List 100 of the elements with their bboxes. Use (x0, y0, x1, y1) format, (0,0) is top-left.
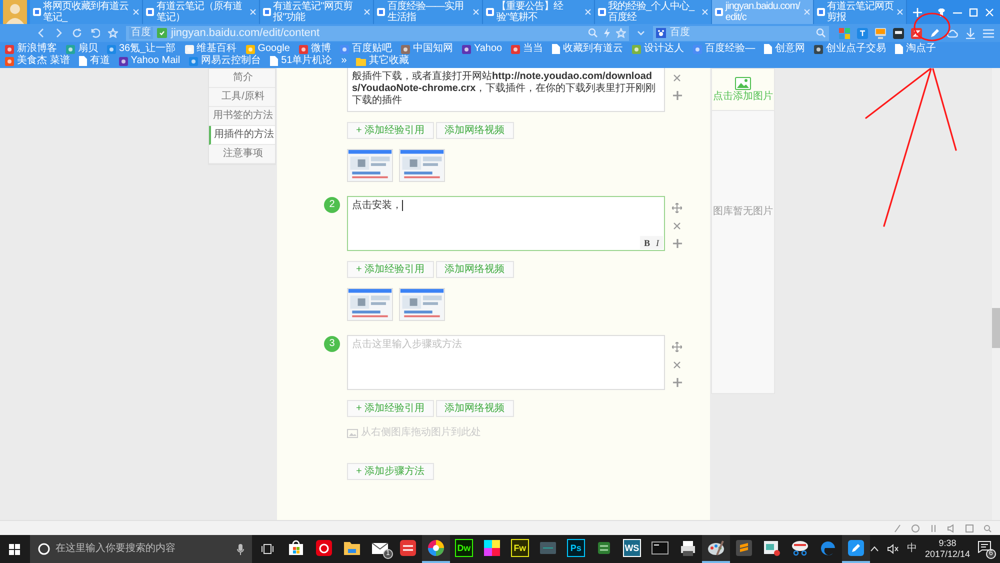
bookmark-link[interactable]: 收藏到有道云 (552, 43, 624, 55)
bookmark-link[interactable]: 36氪_让一部 (107, 43, 176, 55)
step-editor[interactable]: 般插件下载，或者直接打开网站http://note.youdao.com/downloads/YoudaoNote-chrome.crx，下载插件，在你的下载列表里打开刚刚下载的插件 (347, 68, 665, 112)
close-icon[interactable] (673, 361, 681, 369)
tiles-icon[interactable] (839, 28, 850, 38)
add-button[interactable]: + 添加经验引用 (347, 261, 434, 278)
add-button[interactable]: 添加网络视频 (436, 261, 514, 278)
window-icon[interactable] (965, 524, 974, 532)
bookmark-link[interactable]: 当当 (511, 43, 544, 55)
taskbar-app[interactable]: WS (618, 535, 646, 563)
bookmark-link[interactable]: 创意网 (764, 43, 806, 55)
browser-tab[interactable]: 我的经验_个人中心_百度经 (594, 0, 712, 24)
bookmark-link[interactable]: 百度贴吧 (340, 43, 392, 55)
forward-icon[interactable] (54, 28, 64, 38)
bookmark-link[interactable]: 微博 (298, 43, 331, 55)
bookmark-link[interactable]: 网易云控制台 (189, 55, 262, 67)
outline-link[interactable]: 简介 (209, 69, 275, 88)
muted-speaker-icon[interactable] (886, 544, 899, 554)
close-icon[interactable] (673, 74, 681, 82)
bookmark-link[interactable]: 百度经验— (693, 43, 756, 55)
more-bookmarks-button[interactable]: » (341, 55, 347, 67)
browser-tab[interactable]: 有道云笔记（原有道笔记） (143, 0, 260, 24)
cloud-icon[interactable] (947, 28, 958, 38)
plus-icon[interactable] (672, 91, 682, 100)
pen-icon[interactable] (929, 28, 940, 38)
screen-icon[interactable] (875, 28, 886, 38)
add-button[interactable]: 添加网络视频 (436, 122, 514, 139)
taskbar-app[interactable] (842, 535, 870, 563)
browser-tab[interactable]: jingyan.baidu.com/edit/c (712, 0, 814, 24)
add-button[interactable]: 添加网络视频 (436, 400, 514, 417)
speaker-icon[interactable] (947, 524, 956, 532)
back-icon[interactable] (36, 28, 46, 38)
step-editor[interactable]: 点击这里输入步骤或方法 (347, 335, 665, 390)
shirt-icon[interactable] (937, 8, 946, 16)
avatar-icon[interactable] (3, 0, 27, 24)
bookmark-link[interactable]: 维基百科 (184, 43, 237, 55)
bookmark-link[interactable]: Google (246, 43, 290, 55)
bookmark-link[interactable]: 创业点子交易 (814, 43, 886, 55)
caret-icon[interactable] (637, 29, 645, 37)
windows-icon[interactable] (9, 544, 20, 554)
star-icon[interactable] (616, 28, 626, 38)
star-icon[interactable] (108, 28, 118, 38)
add-button[interactable]: + 添加经验引用 (347, 122, 434, 139)
menu-icon[interactable] (983, 28, 994, 38)
search-icon[interactable] (983, 524, 992, 532)
taskbar-app[interactable] (422, 535, 450, 563)
bookmark-link[interactable]: 新浪博客 (5, 43, 57, 55)
image-icon[interactable] (735, 76, 751, 90)
outline-link[interactable]: 工具/原料 (209, 88, 275, 107)
zoom-icon[interactable] (588, 28, 598, 38)
move-icon[interactable] (672, 342, 682, 352)
download-icon[interactable] (965, 28, 976, 38)
browser-tab[interactable]: 【重要公告】经验"笔耕不 (483, 0, 595, 24)
bookmark-link[interactable]: Yahoo Mail (118, 55, 180, 67)
translate-icon[interactable] (857, 28, 868, 38)
bookmark-link[interactable]: 有道 (78, 55, 110, 67)
browser-tab[interactable]: 有道云笔记"网页剪报"功能 (260, 0, 374, 24)
taskbar-app[interactable]: Dw (450, 535, 478, 563)
taskbar-app[interactable] (702, 535, 730, 563)
undo-icon[interactable] (90, 28, 100, 38)
browser-tab[interactable]: 有道云笔记网页剪报 (814, 0, 907, 24)
outline-link[interactable]: 注意事项 (209, 145, 275, 164)
chevron-up-icon[interactable] (870, 546, 879, 552)
bookmark-link[interactable]: 扇贝 (66, 43, 98, 55)
site-icon (107, 44, 116, 54)
taskbar-app[interactable]: Fw (506, 535, 534, 563)
move-icon[interactable] (672, 203, 682, 213)
task-view-icon[interactable] (260, 544, 274, 554)
format-button[interactable]: B (644, 238, 650, 248)
outline-link[interactable]: 用插件的方法 (209, 126, 275, 145)
input-method-indicator[interactable]: 中 (906, 543, 917, 555)
address-field[interactable]: 百度 jingyan.baidu.com/edit/content (126, 26, 629, 40)
bookmark-link[interactable]: 其它收藏 (356, 55, 409, 67)
lightning-icon[interactable] (602, 28, 612, 38)
browser-tab[interactable]: 百度经验——实用生活指 (374, 0, 484, 24)
bookmark-link[interactable]: Yahoo (462, 43, 502, 55)
microphone-icon[interactable] (237, 544, 244, 554)
add-step-button[interactable]: + 添加步骤方法 (347, 463, 434, 480)
bookmark-link[interactable]: 51单片机论 (270, 55, 332, 67)
add-button[interactable]: + 添加经验引用 (347, 400, 434, 417)
maximize-icon[interactable] (969, 8, 978, 16)
close-icon[interactable] (673, 222, 681, 230)
bookmark-link[interactable]: 美食杰 菜谱 (5, 55, 70, 67)
step-editor[interactable]: 点击安装， B I (347, 196, 665, 251)
browser-tab[interactable]: 将网页收藏到有道云笔记_ (30, 0, 144, 24)
bookmark-link[interactable]: 设计达人 (632, 43, 684, 55)
clock[interactable]: 9:38 2017/12/14 (924, 538, 970, 560)
terminal-icon[interactable] (893, 28, 904, 38)
search-icon[interactable] (816, 28, 826, 38)
plus-icon[interactable] (672, 239, 682, 248)
taskbar-search[interactable]: 在这里输入你要搜索的内容 (30, 535, 252, 563)
bookmark-link[interactable]: 淘点子 (895, 43, 936, 55)
taskbar-app[interactable]: Ps (562, 535, 590, 563)
new-tab-icon[interactable] (913, 8, 922, 16)
palette-icon (482, 539, 501, 557)
plus-icon[interactable] (672, 378, 682, 387)
bookmark-link[interactable]: 中国知网 (400, 43, 453, 55)
scrollbar[interactable] (992, 68, 1000, 520)
format-button[interactable]: I (656, 238, 659, 248)
search-field[interactable]: 百度 (653, 26, 829, 40)
